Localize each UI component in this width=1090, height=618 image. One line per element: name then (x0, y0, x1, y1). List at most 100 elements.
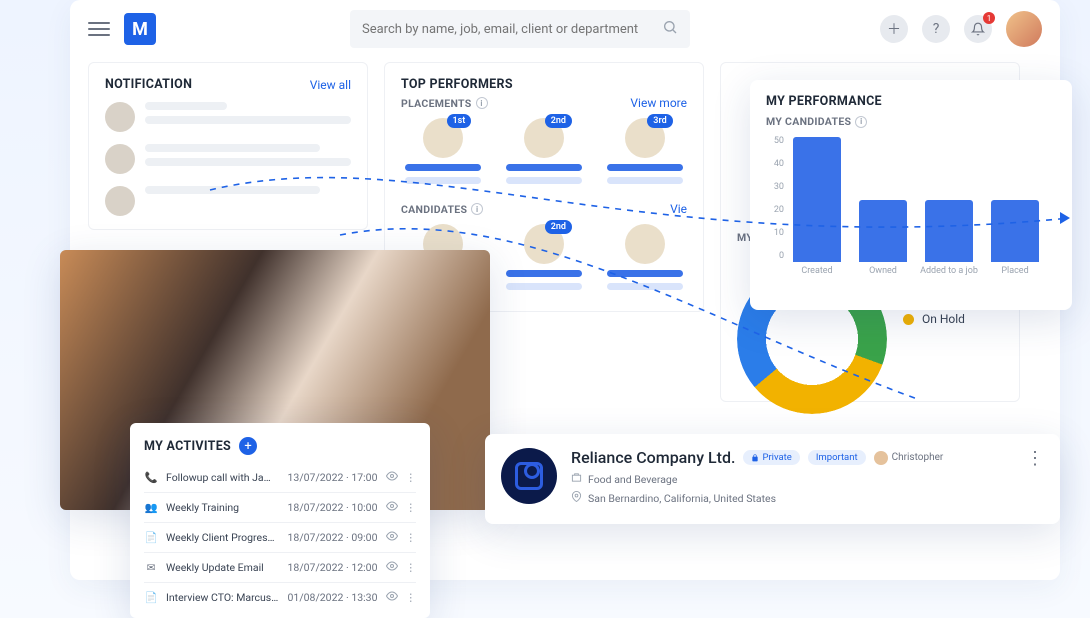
legend-dot (903, 314, 914, 325)
add-activity-button[interactable]: + (239, 437, 257, 455)
avatar: 2nd (524, 118, 564, 158)
my-activities-title: MY ACTIVITES (144, 439, 231, 454)
rank-badge: 3rd (647, 114, 672, 128)
eye-icon[interactable] (386, 470, 398, 485)
company-card: Reliance Company Ltd. Private Important … (485, 434, 1060, 524)
info-icon[interactable]: i (855, 116, 867, 128)
important-tag: Important (808, 450, 866, 465)
legend-label: On Hold (922, 312, 965, 326)
group-icon: 👥 (144, 501, 158, 514)
company-name[interactable]: Reliance Company Ltd. (571, 448, 735, 467)
notification-title: NOTIFICATION (105, 77, 192, 92)
avatar[interactable] (1006, 11, 1042, 47)
activity-time: 18/07/2022 · 09:00 (288, 531, 378, 544)
my-performance-title: MY PERFORMANCE (766, 94, 1056, 109)
activity-time: 01/08/2022 · 13:30 (288, 591, 378, 604)
activity-title: Weekly Training (166, 501, 280, 514)
more-icon[interactable]: ⋮ (1026, 448, 1044, 469)
score-bar (506, 270, 582, 277)
notification-item[interactable] (105, 144, 351, 174)
more-icon[interactable]: ⋮ (406, 471, 417, 484)
activity-time: 13/07/2022 · 17:00 (288, 471, 378, 484)
score-bar (607, 164, 683, 171)
rank-badge: 1st (447, 114, 472, 128)
notification-card: NOTIFICATION View all (88, 62, 368, 230)
performer-item[interactable] (602, 224, 687, 290)
score-bar (607, 270, 683, 277)
doc-icon: 📄 (144, 531, 158, 544)
legend-item: On Hold (903, 312, 965, 326)
company-location: San Bernardino, California, United State… (571, 491, 943, 505)
notification-item[interactable] (105, 186, 351, 216)
performer-item[interactable]: 2nd (502, 118, 587, 184)
more-icon[interactable]: ⋮ (406, 531, 417, 544)
phone-icon: 📞 (144, 471, 158, 484)
more-icon[interactable]: ⋮ (406, 561, 417, 574)
menu-icon[interactable] (88, 22, 110, 36)
company-logo (501, 448, 557, 504)
chart-bar: Created (788, 137, 846, 276)
avatar: 1st (423, 118, 463, 158)
doc-icon: 📄 (144, 591, 158, 604)
chart-x-label: Placed (1001, 266, 1028, 276)
avatar (105, 102, 135, 132)
score-bar (506, 164, 582, 171)
pin-icon (571, 491, 582, 505)
score-bar (405, 177, 481, 184)
performer-item[interactable]: 3rd (602, 118, 687, 184)
eye-icon[interactable] (386, 500, 398, 515)
search-input[interactable] (350, 10, 690, 48)
placements-label: PLACEMENTS (401, 97, 472, 110)
bell-icon[interactable]: 1 (964, 15, 992, 43)
eye-icon[interactable] (386, 530, 398, 545)
activity-row[interactable]: 👥 Weekly Training 18/07/2022 · 10:00 ⋮ (144, 492, 416, 522)
avatar (105, 144, 135, 174)
avatar: 2nd (524, 224, 564, 264)
view-more-link[interactable]: Vie (670, 202, 687, 216)
score-bar (607, 283, 683, 290)
company-owner[interactable]: Christopher (874, 451, 944, 465)
activity-row[interactable]: ✉ Weekly Update Email 18/07/2022 · 12:00… (144, 552, 416, 582)
activity-time: 18/07/2022 · 10:00 (288, 501, 378, 514)
performer-item[interactable]: 2nd (502, 224, 587, 290)
header-actions: ＋ ? 1 (880, 11, 1042, 47)
score-bar (405, 164, 481, 171)
avatar (625, 224, 665, 264)
eye-icon[interactable] (386, 560, 398, 575)
chart-x-label: Created (801, 266, 832, 276)
score-bar (506, 283, 582, 290)
search-field[interactable] (362, 22, 654, 37)
my-performance-card: MY PERFORMANCE MY CANDIDATES i 5040302010… (750, 80, 1072, 310)
activity-title: Followup call with James Bond (166, 471, 280, 484)
more-icon[interactable]: ⋮ (406, 501, 417, 514)
search-icon[interactable] (662, 19, 678, 39)
notification-badge: 1 (983, 12, 995, 24)
activity-row[interactable]: 📄 Interview CTO: Marcus Shane 01/08/2022… (144, 582, 416, 612)
activity-title: Weekly Update Email (166, 561, 280, 574)
app-logo[interactable]: M (124, 13, 156, 45)
avatar: 3rd (625, 118, 665, 158)
top-performers-title: TOP PERFORMERS (401, 77, 687, 92)
notification-item[interactable] (105, 102, 351, 132)
activity-title: Interview CTO: Marcus Shane (166, 591, 280, 604)
chart-x-label: Owned (869, 266, 897, 276)
info-icon[interactable]: i (476, 97, 488, 109)
view-more-link[interactable]: View more (630, 96, 687, 110)
help-icon[interactable]: ? (922, 15, 950, 43)
industry-icon (571, 472, 582, 486)
my-candidates-label: MY CANDIDATES (766, 115, 851, 128)
activity-title: Weekly Client Progress Update (166, 531, 280, 544)
performer-item[interactable]: 1st (401, 118, 486, 184)
rank-badge: 2nd (545, 114, 572, 128)
performance-bar-chart: 50403020100 Created Owned Added to a job… (766, 136, 1056, 276)
add-icon[interactable]: ＋ (880, 15, 908, 43)
activity-row[interactable]: 📄 Weekly Client Progress Update 18/07/20… (144, 522, 416, 552)
eye-icon[interactable] (386, 590, 398, 605)
view-all-link[interactable]: View all (310, 78, 351, 92)
chart-bar: Owned (854, 200, 912, 277)
avatar (105, 186, 135, 216)
info-icon[interactable]: i (471, 203, 483, 215)
activity-row[interactable]: 📞 Followup call with James Bond 13/07/20… (144, 463, 416, 492)
chart-x-label: Added to a job (920, 266, 978, 276)
more-icon[interactable]: ⋮ (406, 591, 417, 604)
